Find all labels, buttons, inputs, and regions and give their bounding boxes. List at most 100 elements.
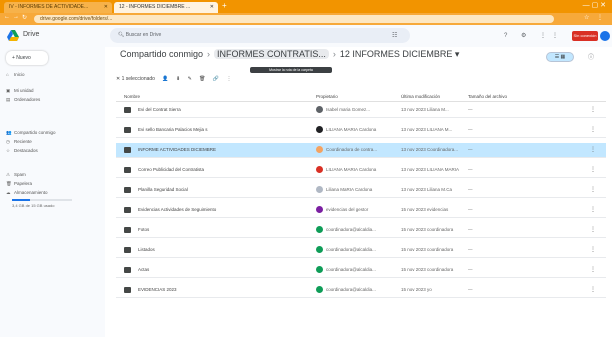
table-row[interactable]: Evidencias Actividades de Seguimiento evi… xyxy=(116,203,606,218)
reload-icon[interactable]: ↻ xyxy=(22,14,27,21)
avatar[interactable] xyxy=(600,31,610,41)
drive-topbar: Drive 🔍︎ Buscar en Drive ☷ ? ⚙ ⋮⋮ Sin co… xyxy=(0,25,612,47)
forward-icon[interactable]: → xyxy=(13,14,19,20)
table-row[interactable]: INFORME ACTIVIDADES DICIEMBRE Coordinador… xyxy=(116,143,606,158)
trash-icon: 🗑 xyxy=(6,181,12,186)
cloud-icon: ☁ xyxy=(6,190,11,195)
owner-avatar xyxy=(316,266,323,273)
col-modified[interactable]: Última modificación xyxy=(401,94,440,99)
browser-tab-1[interactable]: IV - INFORMES DE ACTIVIDADE... ✕ xyxy=(4,2,112,13)
file-size: — xyxy=(468,107,473,112)
owner-avatar xyxy=(316,166,323,173)
table-row[interactable]: EVIDENCIAS 2023 coordinadora@alcaldia... 1… xyxy=(116,283,606,298)
sidebar-item-trash[interactable]: 🗑 Papelera xyxy=(6,180,32,188)
more-actions-icon[interactable]: ⋮ xyxy=(590,106,596,113)
rename-icon[interactable]: ✎ xyxy=(188,76,192,82)
more-actions-icon[interactable]: ⋮ xyxy=(590,246,596,253)
table-row[interactable]: Listados coordinadora@alcaldia... 15 nov 2… xyxy=(116,243,606,258)
sidebar-item-home[interactable]: ⌂ Inicio xyxy=(6,71,25,79)
owner-name: Coordinadora de contra... xyxy=(326,147,378,152)
owner-name: coordinadora@alcaldia... xyxy=(326,287,376,292)
more-actions-icon[interactable]: ⋮ xyxy=(590,226,596,233)
share-icon[interactable]: 👤 xyxy=(162,76,168,82)
col-owner[interactable]: Propietario xyxy=(316,94,338,99)
folder-icon xyxy=(124,187,131,193)
owner-name: LILIANA MARIA Cardona xyxy=(326,167,377,172)
file-size: — xyxy=(468,267,473,272)
owner-name: coordinadora@alcaldia... xyxy=(326,247,376,252)
file-size: — xyxy=(468,127,473,132)
modified-date: 13 nov 2023 Liliana M... xyxy=(401,107,449,112)
more-icon[interactable]: ⋮ xyxy=(227,76,232,82)
breadcrumb-item[interactable]: Compartido conmigo xyxy=(120,49,203,59)
storage-progress-fill xyxy=(12,199,30,201)
more-actions-icon[interactable]: ⋮ xyxy=(590,126,596,133)
new-tab-button[interactable]: + xyxy=(222,1,227,10)
file-size: — xyxy=(468,247,473,252)
col-size[interactable]: Tamaño del archivo xyxy=(468,94,507,99)
breadcrumb: Compartido conmigo › INFORMES CONTRATIS...… xyxy=(120,49,459,65)
chevron-down-icon[interactable]: ▾ xyxy=(452,49,460,59)
more-actions-icon[interactable]: ⋮ xyxy=(590,146,596,153)
modified-date: 15 nov 2023 yo xyxy=(401,287,432,292)
owner-avatar xyxy=(316,246,323,253)
page-title[interactable]: 12 INFORMES DICIEMBRE xyxy=(340,49,453,59)
more-actions-icon[interactable]: ⋮ xyxy=(590,186,596,193)
search-options-icon[interactable]: ☷ xyxy=(392,32,397,39)
browser-tab-2[interactable]: 12 - INFORMES DICIEMBRE ... ✕ xyxy=(114,2,218,13)
table-row[interactable]: Correo Publicidad del Contratista LILIANA… xyxy=(116,163,606,178)
breadcrumb-item[interactable]: INFORMES CONTRATIS... xyxy=(214,49,329,59)
search-input[interactable]: 🔍︎ Buscar en Drive xyxy=(110,28,410,43)
link-icon[interactable]: 🔗 xyxy=(213,76,219,82)
spam-icon: ⚠ xyxy=(6,172,11,177)
table-row[interactable]: Fotos coordinadora@alcaldia... 15 nov 2023… xyxy=(116,223,606,238)
url-input[interactable]: drive.google.com/drive/folders/... xyxy=(34,15,554,23)
storage-text: 3,4 GB de 15 GB usado xyxy=(12,203,55,208)
info-icon[interactable]: ⓘ xyxy=(588,52,600,61)
search-icon: 🔍︎ xyxy=(118,32,126,38)
close-tab-icon[interactable]: ✕ xyxy=(104,2,108,13)
new-button[interactable]: + Nuevo xyxy=(6,51,48,65)
owner-avatar xyxy=(316,226,323,233)
table-row[interactable]: Actas coordinadora@alcaldia... 15 nov 2023… xyxy=(116,263,606,278)
main-content: Compartido conmigo › INFORMES CONTRATIS...… xyxy=(110,47,612,337)
address-bar-icons[interactable]: ☆ ⋮ xyxy=(584,14,606,21)
close-tab-icon[interactable]: ✕ xyxy=(210,2,214,13)
sidebar-item-recent[interactable]: ◷ Reciente xyxy=(6,138,32,146)
col-name[interactable]: Nombre xyxy=(124,94,140,99)
sidebar-item-my-drive[interactable]: ▣ Mi unidad xyxy=(6,87,34,95)
table-row[interactable]: Evi sello Bancaria Palacios Mejia s LILIA… xyxy=(116,123,606,138)
drive-logo-text: Drive xyxy=(23,31,40,38)
topbar-icons[interactable]: ? ⚙ ⋮⋮ xyxy=(504,32,564,39)
modified-date: 13 nov 2023 Coordinadora... xyxy=(401,147,459,152)
tab-2-label: 12 - INFORMES DICIEMBRE ... xyxy=(119,4,191,10)
tooltip: Mostrar la ruta de la carpeta xyxy=(250,67,332,73)
owner-avatar xyxy=(316,146,323,153)
table-row[interactable]: Evi del Contrat Sierra Isabel maria Gomez… xyxy=(116,103,606,118)
folder-icon xyxy=(124,107,131,113)
more-actions-icon[interactable]: ⋮ xyxy=(590,286,596,293)
sidebar-item-starred[interactable]: ☆ Destacados xyxy=(6,147,38,155)
trash-icon[interactable]: 🗑 xyxy=(199,76,205,82)
table-row[interactable]: Planilla Seguridad Social Liliana MaRIA C… xyxy=(116,183,606,198)
view-toggle[interactable]: ☰ ▦ xyxy=(546,52,574,62)
owner-name: Liliana MaRIA Cardona xyxy=(326,187,373,192)
sidebar-item-spam[interactable]: ⚠ Spam xyxy=(6,171,26,179)
more-actions-icon[interactable]: ⋮ xyxy=(590,206,596,213)
download-icon[interactable]: ⬇ xyxy=(176,76,180,82)
sidebar-item-storage[interactable]: ☁ Almacenamiento xyxy=(6,189,48,197)
folder-icon xyxy=(124,127,131,133)
sidebar-item-computers[interactable]: ▤ Ordenadores xyxy=(6,96,40,104)
back-icon[interactable]: ← xyxy=(4,14,10,20)
more-actions-icon[interactable]: ⋮ xyxy=(590,166,596,173)
more-actions-icon[interactable]: ⋮ xyxy=(590,266,596,273)
file-name: Planilla Seguridad Social xyxy=(138,187,188,192)
sidebar: + Nuevo ⌂ Inicio ▣ Mi unidad ▤ Ordenadores … xyxy=(0,47,105,337)
file-name: INFORME ACTIVIDADES DICIEMBRE xyxy=(138,147,217,152)
status-badge: Sin conexión xyxy=(572,31,598,41)
file-name: Evidencias Actividades de Seguimiento xyxy=(138,207,217,212)
file-name: Listados xyxy=(138,247,155,252)
sidebar-item-shared[interactable]: 👥 Compartido conmigo xyxy=(6,129,56,137)
owner-name: LILIANA MARIA Cardona xyxy=(326,127,377,132)
window-controls[interactable]: — ▢ ✕ xyxy=(583,1,606,9)
